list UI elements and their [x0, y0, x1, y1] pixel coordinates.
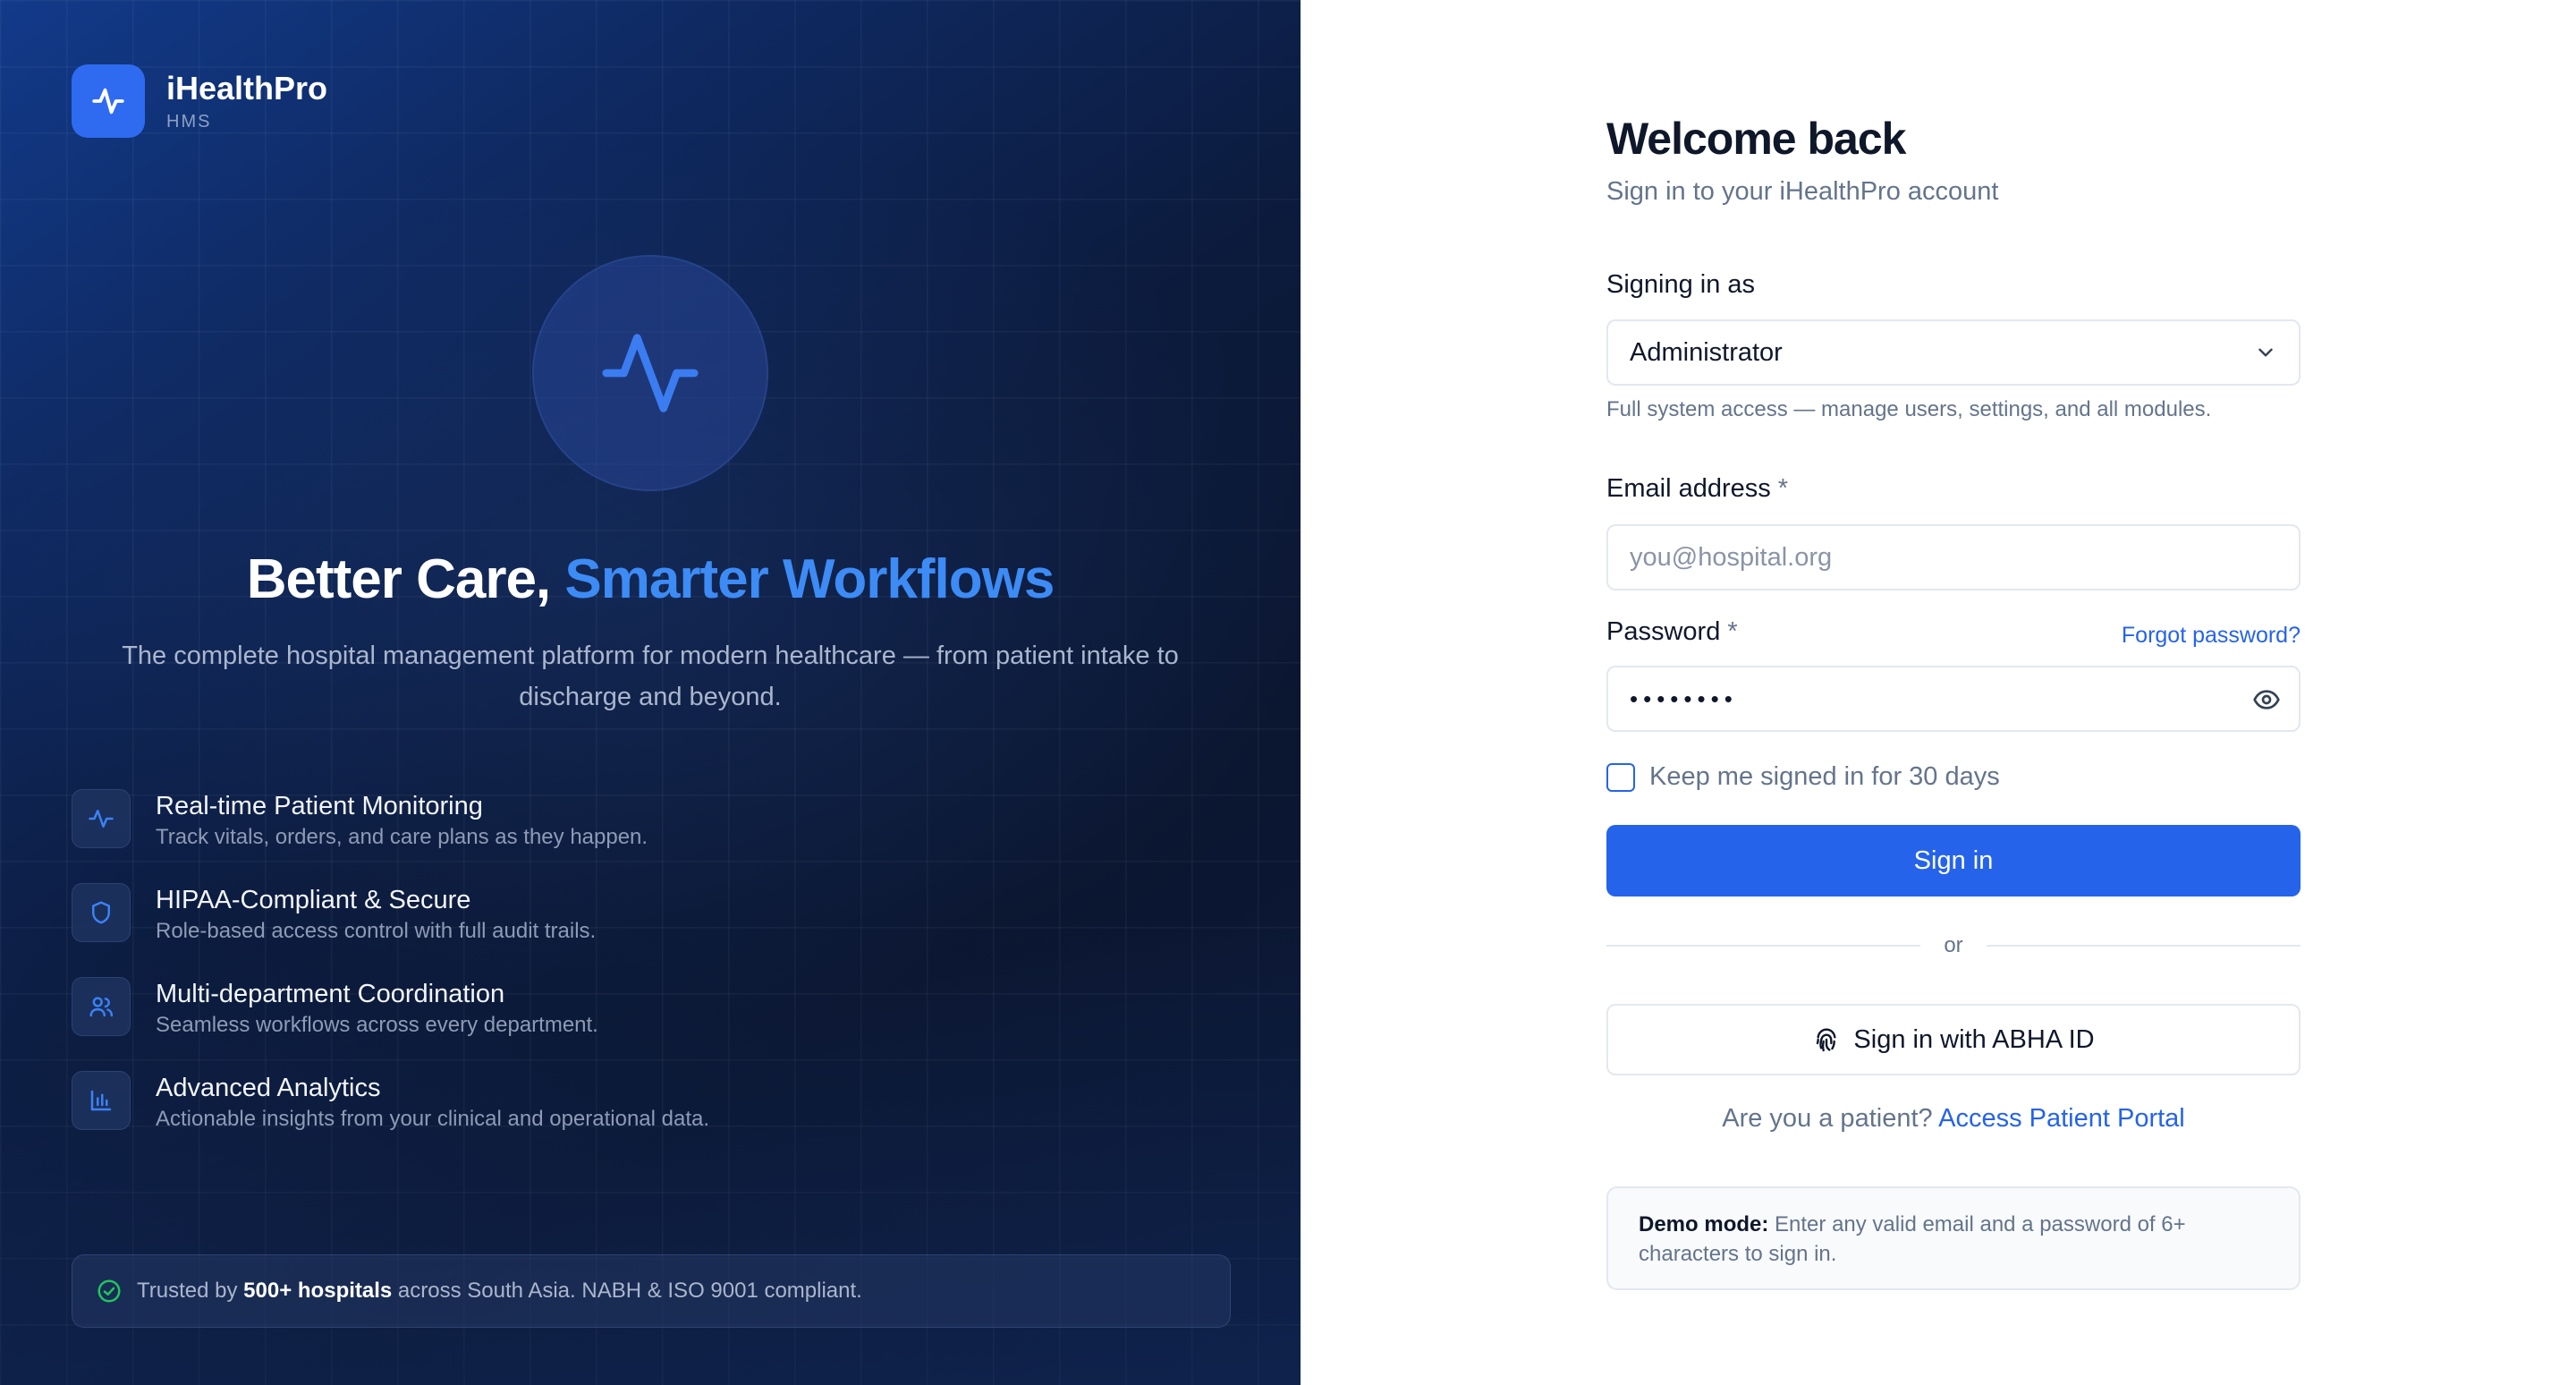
eye-icon[interactable]	[2252, 685, 2281, 714]
required-marker: *	[1777, 474, 1789, 503]
brand-subtitle: HMS	[166, 111, 212, 132]
hero-activity-icon	[532, 255, 768, 491]
feature-title: Multi-department Coordination	[156, 980, 505, 1008]
role-select[interactable]: Administrator	[1606, 319, 2301, 386]
feature-list: Real-time Patient Monitoring Track vital…	[72, 789, 709, 1165]
headline-accent: Smarter Workflows	[564, 548, 1055, 610]
trust-suffix: across South Asia. NABH & ISO 9001 compl…	[397, 1279, 862, 1303]
trust-banner: Trusted by 500+ hospitals across South A…	[72, 1254, 1231, 1328]
email-field[interactable]	[1606, 524, 2301, 591]
hero-panel: iHealthPro HMS Better Care, Smarter Work…	[0, 0, 1301, 1385]
divider-text: or	[1944, 933, 1963, 957]
demo-mode-notice: Demo mode: Enter any valid email and a p…	[1606, 1186, 2301, 1290]
feature-description: Track vitals, orders, and care plans as …	[156, 825, 648, 849]
demo-mode-label: Demo mode:	[1639, 1212, 1769, 1236]
activity-icon	[72, 789, 131, 848]
users-icon	[72, 977, 131, 1036]
headline-part-1: Better Care,	[246, 548, 551, 610]
required-marker: *	[1727, 617, 1738, 646]
patient-prompt-text: Are you a patient?	[1722, 1104, 1933, 1133]
feature-description: Role-based access control with full audi…	[156, 919, 597, 943]
patient-prompt: Are you a patient? Access Patient Portal	[1606, 1104, 2301, 1134]
forgot-password-link[interactable]: Forgot password?	[2122, 623, 2301, 649]
check-circle-icon	[96, 1278, 123, 1304]
form-title: Welcome back	[1606, 114, 1906, 164]
remember-me[interactable]: Keep me signed in for 30 days	[1606, 762, 2000, 792]
password-field[interactable]	[1606, 666, 2301, 732]
divider-line	[1606, 945, 1921, 947]
email-label: Email address *	[1606, 474, 1788, 504]
brand-logo-activity-icon	[72, 64, 145, 138]
brand: iHealthPro HMS	[72, 64, 327, 138]
divider-line	[1986, 945, 2301, 947]
password-field-wrapper	[1606, 666, 2301, 732]
feature-item: Real-time Patient Monitoring Track vital…	[72, 789, 709, 883]
bar-chart-icon	[72, 1071, 131, 1130]
brand-name: iHealthPro	[166, 69, 328, 106]
feature-item: HIPAA-Compliant & Secure Role-based acce…	[72, 883, 709, 977]
email-label-text: Email address	[1606, 474, 1771, 503]
feature-title: Real-time Patient Monitoring	[156, 792, 483, 820]
feature-description: Seamless workflows across every departme…	[156, 1013, 598, 1037]
feature-title: Advanced Analytics	[156, 1074, 381, 1102]
role-select-value: Administrator	[1630, 337, 1783, 367]
patient-portal-link[interactable]: Access Patient Portal	[1938, 1104, 2185, 1133]
feature-item: Multi-department Coordination Seamless w…	[72, 977, 709, 1071]
shield-icon	[72, 883, 131, 942]
hero-subline: The complete hospital management platfor…	[122, 642, 1179, 711]
feature-title: HIPAA-Compliant & Secure	[156, 886, 471, 914]
remember-checkbox[interactable]	[1606, 762, 1635, 792]
role-help-text: Full system access — manage users, setti…	[1606, 397, 2212, 421]
password-label: Password *	[1606, 617, 1738, 647]
password-label-text: Password	[1606, 617, 1721, 646]
form-subtitle: Sign in to your iHealthPro account	[1606, 177, 1999, 206]
or-divider: or	[1606, 932, 2301, 959]
feature-description: Actionable insights from your clinical a…	[156, 1107, 710, 1131]
sign-in-button[interactable]: Sign in	[1606, 825, 2301, 896]
fingerprint-icon	[1812, 1025, 1841, 1054]
abha-button-label: Sign in with ABHA ID	[1853, 1024, 2095, 1054]
remember-label: Keep me signed in for 30 days	[1649, 762, 2000, 791]
trust-highlight: 500+ hospitals	[243, 1279, 393, 1303]
hero-headline: Better Care, Smarter Workflows	[0, 548, 1301, 611]
chevron-down-icon	[2254, 341, 2277, 364]
feature-item: Advanced Analytics Actionable insights f…	[72, 1071, 709, 1165]
role-label: Signing in as	[1606, 270, 1756, 299]
trust-prefix: Trusted by	[137, 1279, 238, 1303]
abha-sign-in-button[interactable]: Sign in with ABHA ID	[1606, 1004, 2301, 1075]
